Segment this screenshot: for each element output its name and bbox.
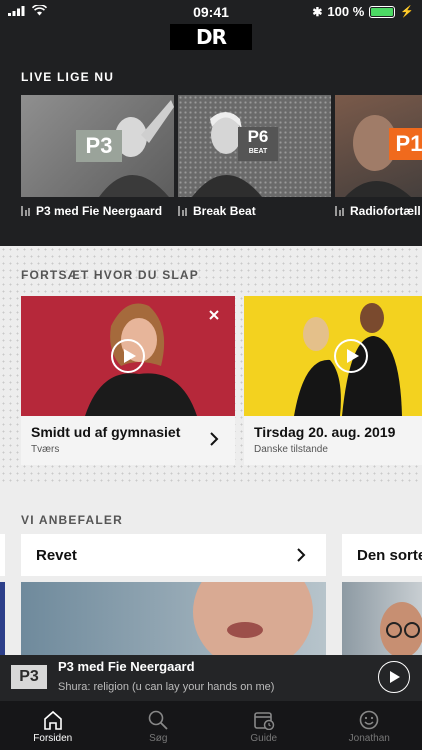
app-header: DR — [0, 24, 422, 58]
continue-subtitle: Tværs — [31, 444, 60, 455]
live-image-p1: P1 — [335, 95, 422, 197]
continue-image — [21, 296, 235, 416]
tab-label: Guide — [250, 733, 278, 744]
equalizer-icon — [335, 206, 344, 216]
live-label-p1: Radiofortæll — [335, 197, 422, 225]
recommend-title: Revet — [36, 546, 77, 564]
mini-player[interactable]: P3 P3 med Fie Neergaard Shura: religion … — [0, 655, 422, 701]
recommend-image-partial — [0, 582, 5, 655]
recommend-title: Den sorte — [357, 546, 422, 564]
close-icon[interactable] — [209, 310, 219, 320]
battery-percent: 100 % — [327, 4, 365, 19]
dr-logo[interactable]: DR — [170, 24, 252, 50]
player-channel-badge: P3 — [11, 665, 47, 689]
player-title: P3 med Fie Neergaard — [58, 659, 195, 674]
p1-channel-badge: P1 — [389, 128, 422, 160]
recommend-section-title: VI ANBEFALER — [21, 513, 123, 527]
tab-sog[interactable]: Søg — [106, 701, 212, 750]
tab-bar: Forsiden Søg Guide Jonathan — [0, 701, 422, 750]
chevron-right-icon[interactable] — [297, 548, 306, 562]
continue-card-text: Tirsdag 20. aug. 2019 Danske tilstande — [244, 416, 422, 463]
continue-title: Tirsdag 20. aug. 2019 — [254, 424, 396, 440]
recommend-section: VI ANBEFALER Revet Den sorte — [0, 485, 422, 655]
smiley-icon — [359, 710, 379, 730]
chevron-right-icon[interactable] — [210, 432, 219, 446]
live-image-p6: P6 BEAT — [178, 95, 331, 197]
recommend-card[interactable]: Revet — [21, 534, 326, 576]
recommend-image[interactable] — [21, 582, 326, 655]
continue-image — [244, 296, 422, 416]
play-icon — [390, 671, 400, 683]
continue-card-text: Smidt ud af gymnasiet Tværs — [21, 416, 235, 463]
recommend-card[interactable]: Den sorte — [342, 534, 422, 576]
continue-subtitle: Danske tilstande — [254, 444, 328, 455]
tab-jonathan[interactable]: Jonathan — [317, 701, 422, 750]
live-image-p3: P3 — [21, 95, 174, 197]
status-bar: 09:41 ✱ 100 % ⚡ — [0, 0, 422, 24]
equalizer-icon — [178, 206, 187, 216]
play-button[interactable] — [334, 339, 368, 373]
search-icon — [148, 710, 168, 730]
battery-icon — [369, 5, 396, 18]
tab-label: Jonathan — [348, 733, 390, 744]
bluetooth-icon: ✱ — [312, 4, 323, 19]
recommend-image[interactable] — [342, 582, 422, 655]
tab-label: Forsiden — [33, 733, 73, 744]
continue-card[interactable]: Smidt ud af gymnasiet Tværs — [21, 296, 235, 465]
live-label-p6: Break Beat — [178, 197, 331, 225]
live-carousel[interactable]: P3 P3 med Fie Neergaard P6 BEAT Break Bea… — [21, 95, 422, 225]
continue-section: FORTSÆT HVOR DU SLAP Smidt ud af gymnasi… — [0, 246, 422, 485]
live-card-p1[interactable]: P1 Radiofortæll — [335, 95, 422, 225]
continue-title: Smidt ud af gymnasiet — [31, 424, 181, 440]
charging-icon: ⚡ — [400, 6, 414, 18]
tab-guide[interactable]: Guide — [211, 701, 317, 750]
play-button[interactable] — [111, 339, 145, 373]
calendar-clock-icon — [253, 712, 274, 730]
live-card-p6[interactable]: P6 BEAT Break Beat — [178, 95, 331, 225]
player-subtitle: Shura: religion (u can lay your hands on… — [58, 681, 275, 693]
continue-section-title: FORTSÆT HVOR DU SLAP — [21, 268, 200, 282]
p3-channel-badge: P3 — [76, 130, 122, 162]
live-label-p3: P3 med Fie Neergaard — [21, 197, 174, 225]
equalizer-icon — [21, 206, 30, 216]
home-icon — [43, 710, 62, 730]
live-card-p3[interactable]: P3 P3 med Fie Neergaard — [21, 95, 174, 225]
continue-card[interactable]: Tirsdag 20. aug. 2019 Danske tilstande — [244, 296, 422, 465]
tab-label: Søg — [149, 733, 168, 744]
live-section-title: LIVE LIGE NU — [21, 70, 115, 84]
play-icon — [123, 349, 136, 363]
p6-channel-badge: P6 BEAT — [238, 127, 278, 161]
tab-forsiden[interactable]: Forsiden — [0, 701, 106, 750]
player-play-button[interactable] — [378, 661, 410, 693]
recommend-card-partial[interactable] — [0, 534, 5, 576]
play-icon — [346, 349, 359, 363]
